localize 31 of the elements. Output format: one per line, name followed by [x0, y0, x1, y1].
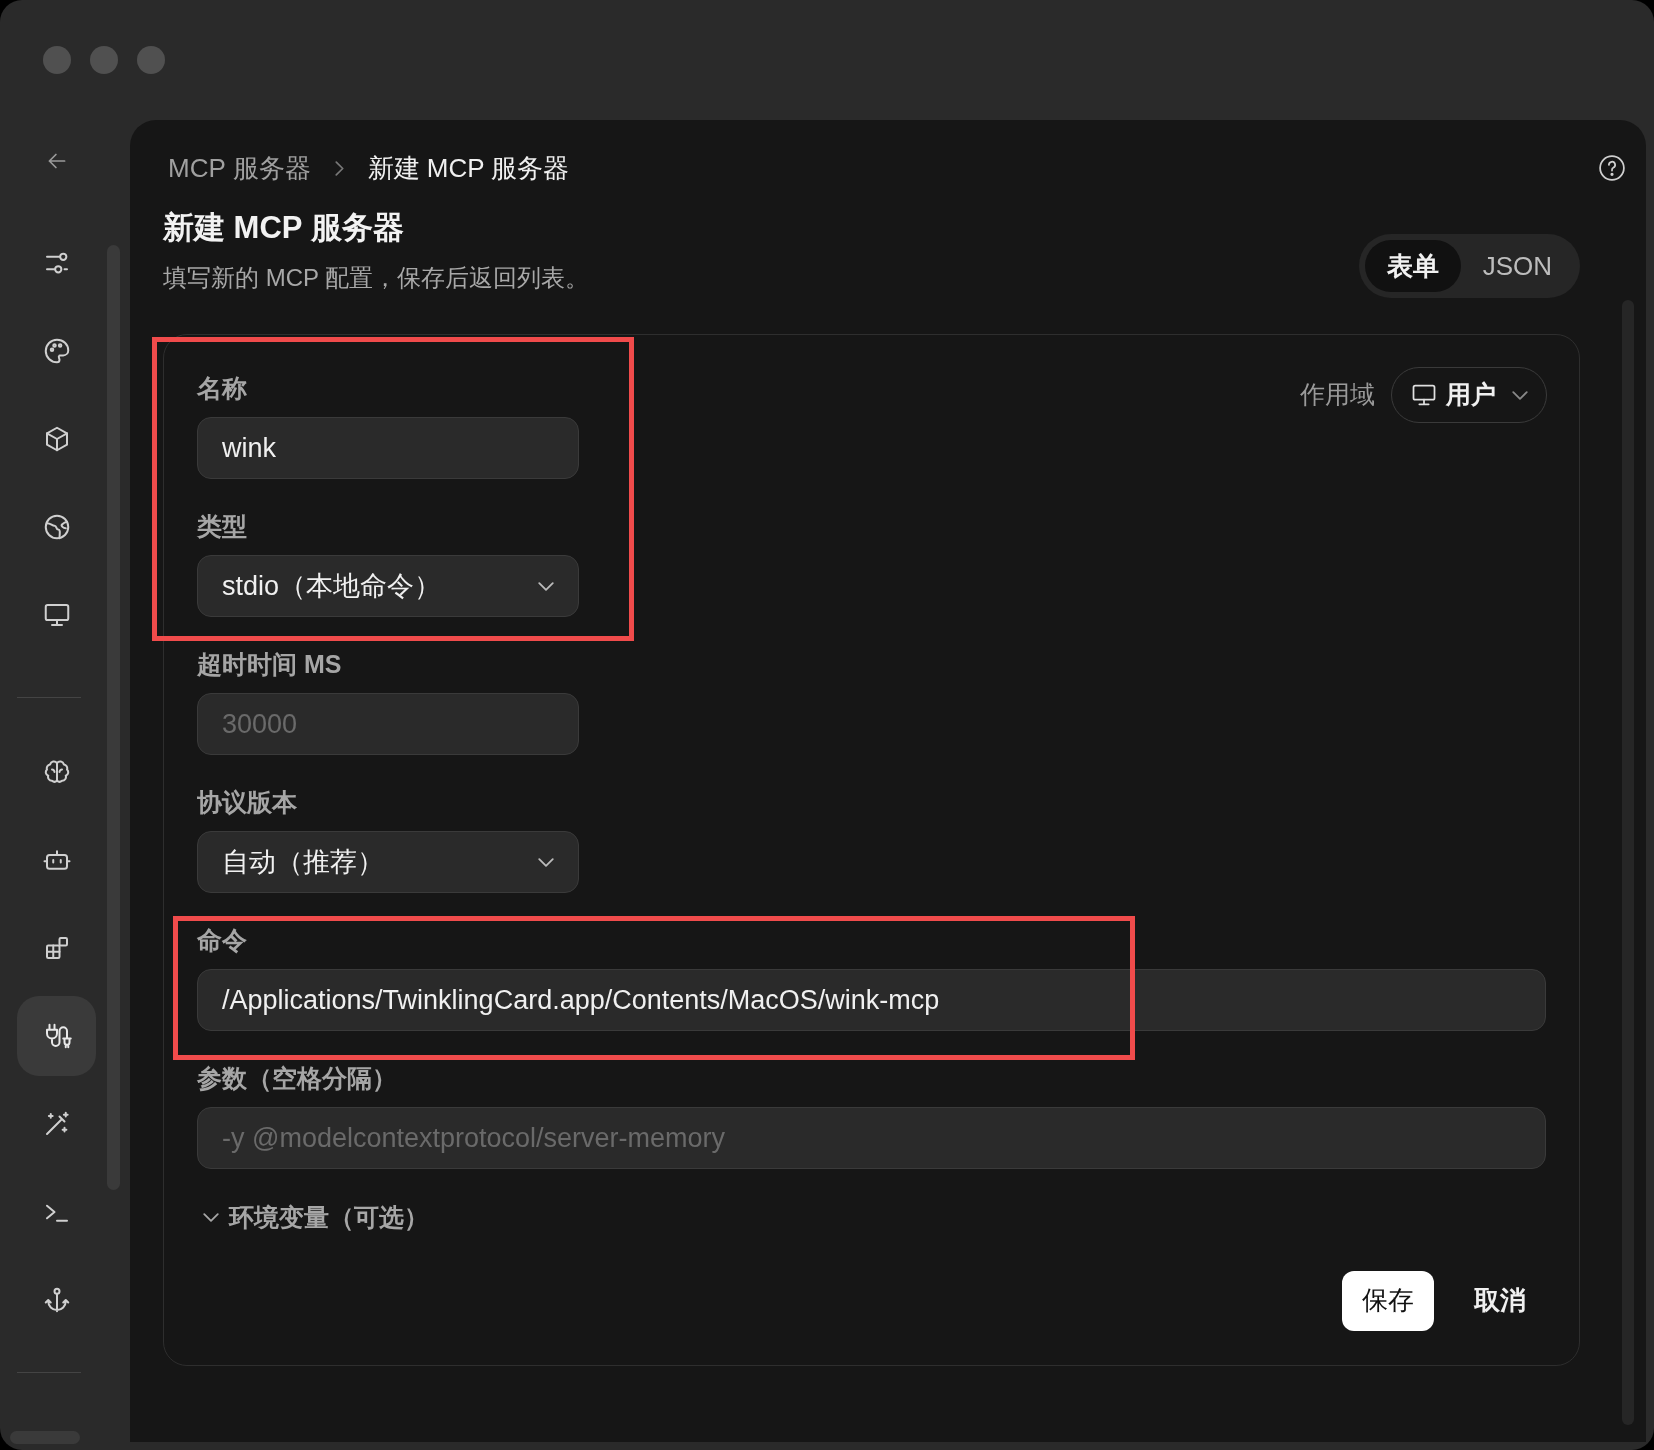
field-label: 超时时间 MS [197, 649, 342, 679]
scrollbar-thumb[interactable] [10, 1431, 80, 1444]
chevron-down-icon [538, 857, 554, 867]
mode-tab[interactable]: 表单 [1364, 240, 1461, 292]
breadcrumb-current: 新建 MCP 服务器 [367, 151, 570, 185]
field-label: 名称 [197, 373, 247, 403]
field-label: 类型 [197, 511, 247, 541]
input-field[interactable]: wink [197, 417, 579, 479]
chevron-down-icon [203, 1213, 219, 1223]
field-label: 命令 [197, 925, 247, 955]
save-button[interactable]: 保存 [1342, 1270, 1434, 1331]
sidebar-item[interactable] [17, 996, 96, 1076]
page-title: 新建 MCP 服务器 [163, 210, 405, 246]
select-field[interactable]: stdio（本地命令） [197, 555, 579, 617]
chevron-down-icon [538, 581, 554, 591]
chevron-right-icon [334, 160, 344, 176]
scope-label: 作用域 [1300, 379, 1375, 411]
input-field[interactable]: /Applications/TwinklingCard.app/Contents/MacOS/wink-mcp [197, 969, 1546, 1031]
field-label: 协议版本 [197, 787, 297, 817]
page-subtitle: 填写新的 MCP 配置，保存后返回列表。 [163, 263, 590, 293]
field-label: 参数（空格分隔） [197, 1063, 397, 1093]
select-field[interactable]: 自动（推荐） [197, 831, 579, 893]
help-button[interactable] [1597, 153, 1627, 183]
env-vars-toggle[interactable]: 环境变量（可选） [197, 1199, 429, 1237]
help-icon [1597, 153, 1627, 183]
cancel-button[interactable]: 取消 [1454, 1270, 1546, 1331]
breadcrumb-link[interactable]: MCP 服务器 [168, 148, 311, 188]
input-field[interactable]: -y @modelcontextprotocol/server-memory [197, 1107, 1546, 1169]
input-field[interactable]: 30000 [197, 693, 579, 755]
chevron-down-icon [1512, 390, 1528, 400]
mode-tab[interactable]: JSON [1460, 240, 1574, 292]
